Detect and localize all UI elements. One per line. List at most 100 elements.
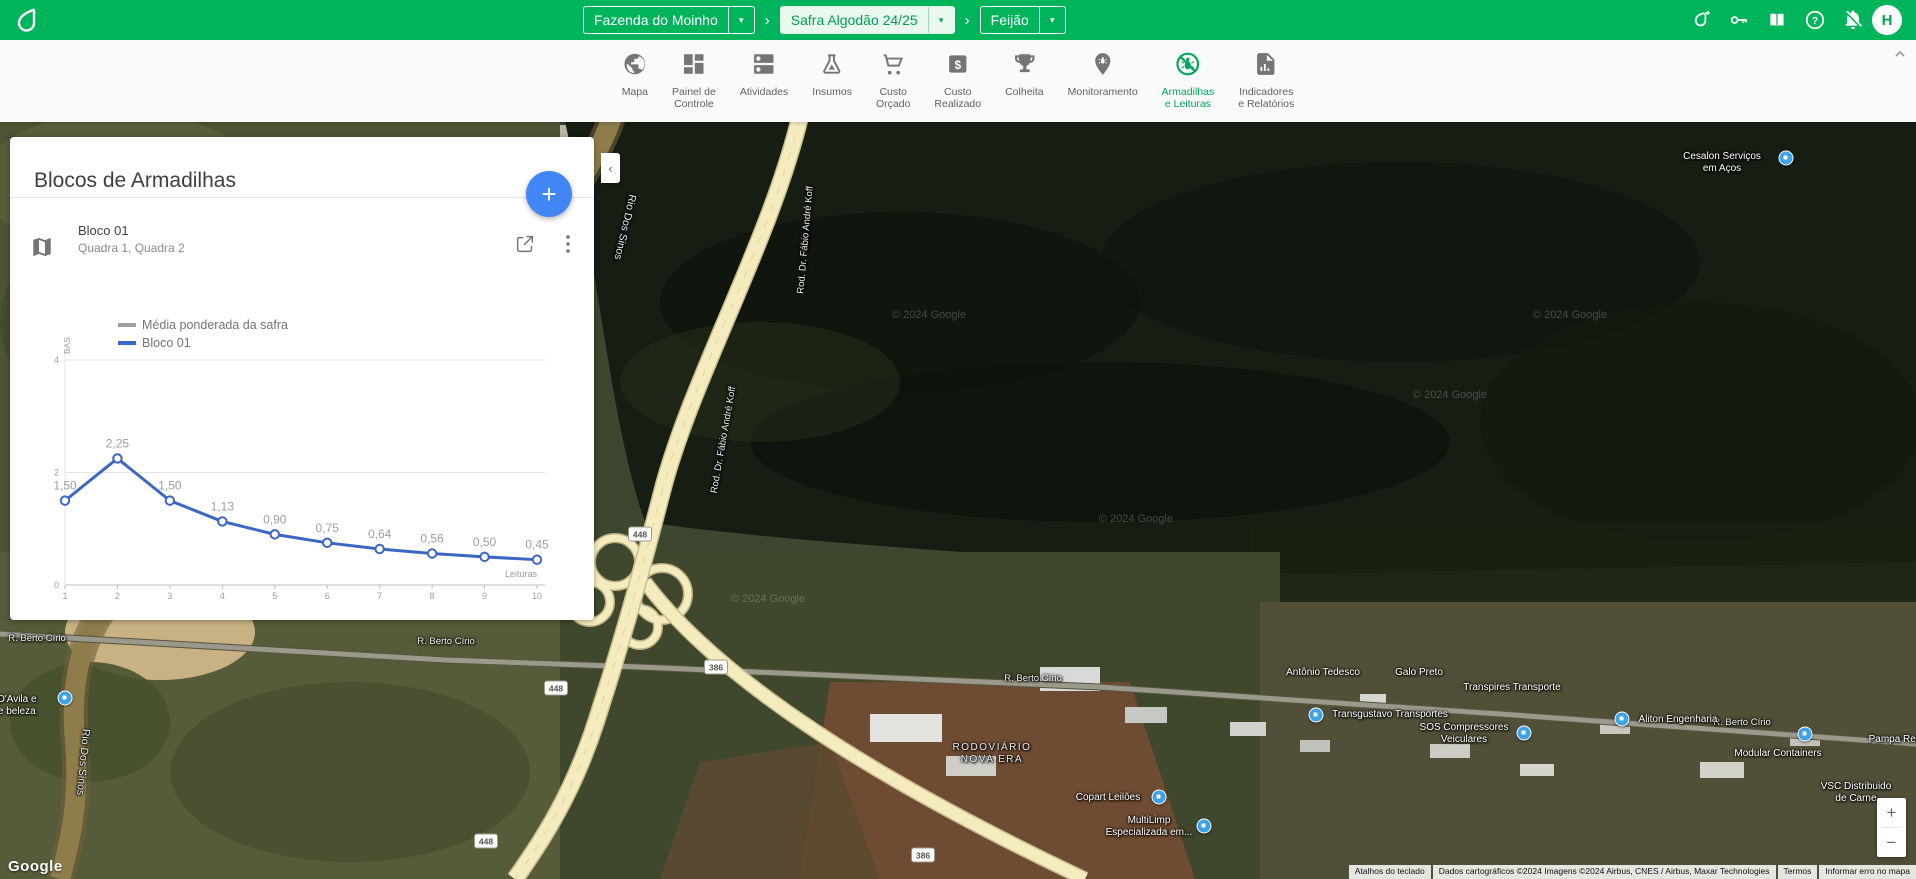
svg-text:2: 2 <box>54 468 59 478</box>
crop-dropdown-label: Feijão <box>981 12 1039 28</box>
tab-label: Colheita <box>1005 86 1044 98</box>
report-map-error-link[interactable]: Informar erro no mapa <box>1819 865 1916 879</box>
svg-text:6: 6 <box>325 591 330 601</box>
svg-text:?: ? <box>1812 15 1818 27</box>
chevron-down-icon[interactable]: ▾ <box>928 7 954 33</box>
block-list-item[interactable]: Bloco 01 Quadra 1, Quadra 2 <box>10 219 594 267</box>
indicadores-e-relatorios-icon <box>1253 51 1279 77</box>
svg-text:1: 1 <box>62 591 67 601</box>
more-options-icon[interactable] <box>558 231 578 257</box>
svg-text:2: 2 <box>115 591 120 601</box>
tab-label: Monitoramento <box>1068 86 1138 98</box>
aegro-logo-icon[interactable] <box>12 6 40 34</box>
tab-armadilhas-e-leituras[interactable]: Armadilhase Leituras <box>1150 40 1227 110</box>
tab-label: CustoOrçado <box>876 86 910 110</box>
tab-insumos[interactable]: Insumos <box>800 40 864 98</box>
svg-text:1,13: 1,13 <box>211 499 235 513</box>
add-block-button[interactable]: + <box>526 171 572 217</box>
tab-colheita[interactable]: Colheita <box>993 40 1056 98</box>
map-attribution-bar: Atalhos do teclado Dados cartográficos ©… <box>1349 865 1916 879</box>
tab-custo-orcado[interactable]: CustoOrçado <box>864 40 922 110</box>
poi-marker[interactable] <box>1615 712 1630 727</box>
armadilhas-e-leituras-icon <box>1175 51 1201 77</box>
svg-text:$: $ <box>954 58 961 72</box>
app-root: © 2024 Google© 2024 Google© 2024 Google©… <box>0 0 1916 879</box>
breadcrumb-separator: › <box>965 12 970 29</box>
svg-text:0,45: 0,45 <box>525 538 549 552</box>
header-icon-cluster: ? <box>1690 0 1864 40</box>
user-avatar[interactable]: H <box>1872 5 1902 35</box>
svg-text:2,25: 2,25 <box>106 436 130 450</box>
key-icon[interactable] <box>1728 9 1750 31</box>
tab-painel-de-controle[interactable]: Painel deControle <box>660 40 728 110</box>
tab-atividades[interactable]: Atividades <box>728 40 800 98</box>
zoom-out-button[interactable]: − <box>1877 828 1906 857</box>
panel-title: Blocos de Armadilhas <box>34 169 236 193</box>
colheita-icon <box>1011 51 1037 77</box>
tab-label: CustoRealizado <box>934 86 981 110</box>
svg-text:0,56: 0,56 <box>420 532 444 546</box>
app-header: Fazenda do Moinho ▾ › Safra Algodão 24/2… <box>0 0 1916 40</box>
svg-text:1,50: 1,50 <box>53 479 77 493</box>
poi-marker[interactable] <box>1779 151 1794 166</box>
svg-text:Bloco 01: Bloco 01 <box>142 336 191 350</box>
chevron-down-icon[interactable]: ▾ <box>728 7 754 33</box>
notifications-off-icon[interactable] <box>1842 9 1864 31</box>
tab-label: Painel deControle <box>672 86 716 110</box>
painel-de-controle-icon <box>681 51 707 77</box>
monitoramento-icon <box>1090 51 1116 77</box>
knowledge-book-icon[interactable] <box>1766 9 1788 31</box>
tab-custo-realizado[interactable]: $ CustoRealizado <box>922 40 993 110</box>
season-dropdown-label: Safra Algodão 24/25 <box>781 12 928 28</box>
map-zoom-control: + − <box>1877 798 1906 857</box>
map-icon <box>30 235 54 259</box>
tab-monitoramento[interactable]: Monitoramento <box>1056 40 1150 98</box>
farm-dropdown[interactable]: Fazenda do Moinho ▾ <box>583 6 755 34</box>
poi-marker[interactable] <box>1798 727 1813 742</box>
svg-text:1,50: 1,50 <box>158 479 182 493</box>
trap-blocks-panel: Blocos de Armadilhas + Bloco 01 Quadra 1… <box>10 137 594 620</box>
svg-text:4: 4 <box>220 591 225 601</box>
module-tabs: Mapa Painel deControle Atividades Insumos Cu… <box>610 40 1306 122</box>
svg-text:Média ponderada da safra: Média ponderada da safra <box>142 318 288 332</box>
tab-mapa[interactable]: Mapa <box>610 40 660 98</box>
panel-collapse-handle[interactable]: ‹ <box>601 153 620 183</box>
poi-marker[interactable] <box>1152 790 1167 805</box>
svg-text:0,64: 0,64 <box>368 527 392 541</box>
block-name: Bloco 01 <box>78 223 129 238</box>
tab-indicadores-e-relatorios[interactable]: Indicadorese Relatórios <box>1226 40 1306 110</box>
svg-text:0,50: 0,50 <box>473 535 497 549</box>
season-dropdown[interactable]: Safra Algodão 24/25 ▾ <box>780 6 955 34</box>
tab-label: Insumos <box>812 86 852 98</box>
svg-text:0: 0 <box>54 580 59 590</box>
farm-dropdown-label: Fazenda do Moinho <box>584 12 728 28</box>
poi-marker[interactable] <box>58 691 73 706</box>
svg-text:7: 7 <box>377 591 382 601</box>
crop-dropdown[interactable]: Feijão ▾ <box>980 6 1066 34</box>
keyboard-shortcuts-link[interactable]: Atalhos do teclado <box>1349 865 1431 879</box>
svg-text:BAS: BAS <box>62 337 72 354</box>
svg-text:10: 10 <box>532 591 542 601</box>
svg-text:Leituras: Leituras <box>505 569 538 579</box>
trap-readings-chart: 02412345678910LeiturasBASMédia ponderada… <box>40 297 565 612</box>
panel-divider <box>10 197 594 198</box>
tab-label: Indicadorese Relatórios <box>1238 86 1294 110</box>
chevron-down-icon[interactable]: ▾ <box>1039 7 1065 33</box>
invite-icon[interactable] <box>1690 9 1712 31</box>
custo-realizado-icon: $ <box>945 51 971 77</box>
zoom-in-button[interactable]: + <box>1877 798 1906 827</box>
help-icon[interactable]: ? <box>1804 9 1826 31</box>
poi-marker[interactable] <box>1517 726 1532 741</box>
svg-text:8: 8 <box>430 591 435 601</box>
poi-marker[interactable] <box>1197 819 1212 834</box>
map-data-credits: Dados cartográficos ©2024 Imagens ©2024 … <box>1433 865 1776 879</box>
svg-text:0,75: 0,75 <box>316 521 340 535</box>
navbar-collapse-icon[interactable] <box>1892 46 1908 62</box>
open-in-new-icon[interactable] <box>514 233 536 255</box>
svg-text:0,90: 0,90 <box>263 512 287 526</box>
block-subtitle: Quadra 1, Quadra 2 <box>78 241 185 255</box>
tab-label: Armadilhase Leituras <box>1162 86 1215 110</box>
poi-marker[interactable] <box>1309 708 1324 723</box>
terms-link[interactable]: Termos <box>1778 865 1818 879</box>
custo-orcado-icon <box>880 51 906 77</box>
